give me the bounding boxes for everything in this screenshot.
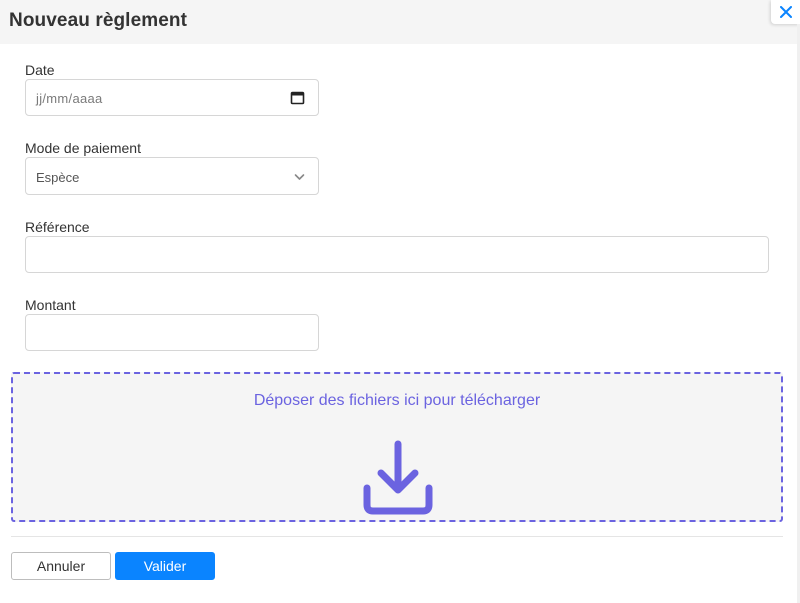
reference-label: Référence: [25, 219, 90, 235]
date-label: Date: [25, 62, 55, 78]
cancel-button[interactable]: Annuler: [11, 552, 111, 580]
file-dropzone[interactable]: Déposer des fichiers ici pour télécharge…: [11, 372, 783, 522]
modal-title: Nouveau règlement: [9, 10, 188, 31]
payment-mode-select[interactable]: Espèce: [25, 157, 319, 195]
calendar-icon[interactable]: [290, 90, 305, 105]
submit-button[interactable]: Valider: [115, 552, 215, 580]
chevron-down-icon: [294, 174, 305, 180]
reference-input[interactable]: [25, 236, 769, 273]
payment-mode-label: Mode de paiement: [25, 140, 141, 156]
payment-modal: Nouveau règlement Date jj/mm/aaaa Mode d…: [0, 0, 800, 603]
dropzone-text: Déposer des fichiers ici pour télécharge…: [253, 392, 541, 409]
amount-input[interactable]: [25, 314, 319, 351]
footer-divider: [11, 536, 783, 537]
amount-label: Montant: [25, 297, 76, 313]
date-input[interactable]: jj/mm/aaaa: [25, 79, 319, 116]
download-tray-icon: [363, 440, 433, 515]
modal-header: Nouveau règlement: [0, 0, 797, 44]
date-placeholder: jj/mm/aaaa: [36, 91, 103, 106]
close-button[interactable]: [771, 0, 800, 24]
close-icon: [779, 6, 792, 18]
payment-mode-value: Espèce: [36, 170, 80, 185]
